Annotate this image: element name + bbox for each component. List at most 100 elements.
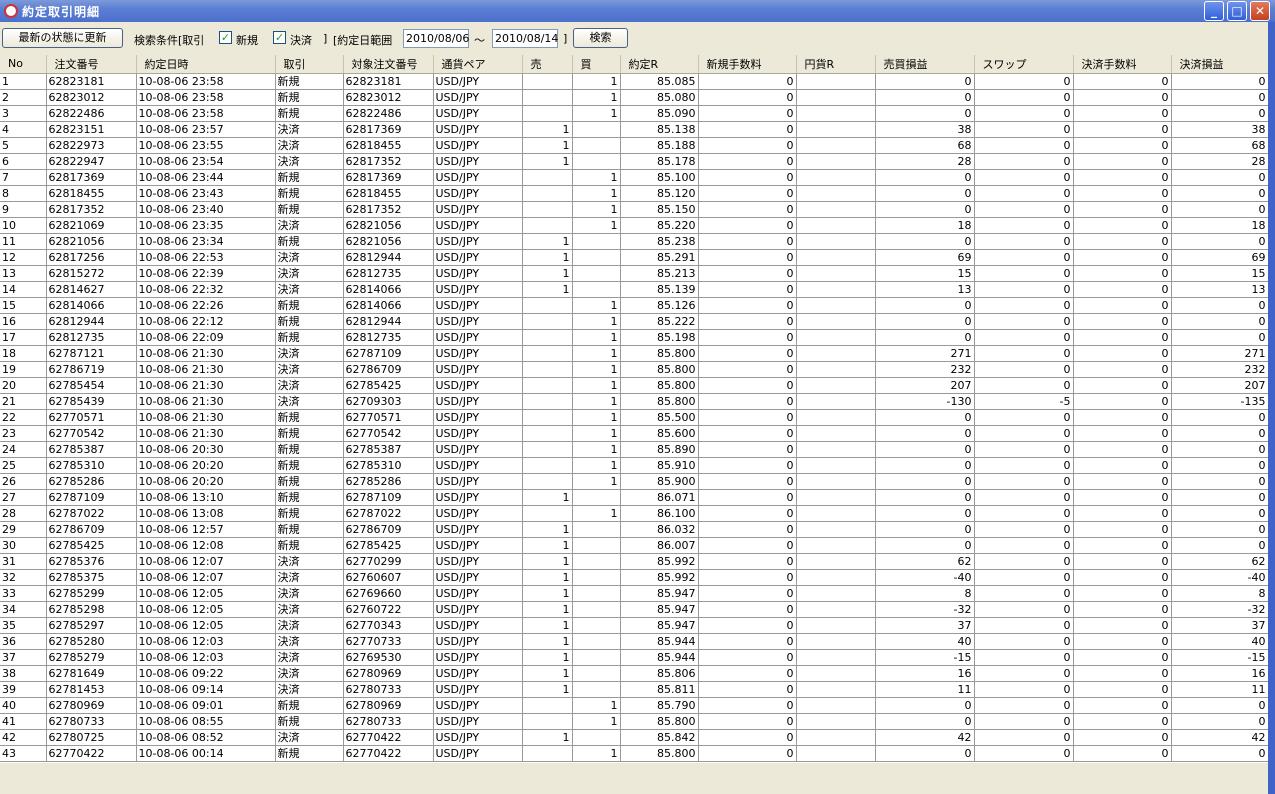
refresh-button[interactable]: 最新の状態に更新 — [2, 28, 123, 48]
table-row[interactable]: 22 62770571 10-08-06 21:30 新規 62770571 USD/JP… — [0, 409, 1268, 426]
column-header-new-fee[interactable]: 新規手数料 — [698, 55, 797, 74]
table-row[interactable]: 8 62818455 10-08-06 23:43 新規 62818455 USD/JPY… — [0, 185, 1268, 202]
cell-settle-pnl: 69 — [1171, 249, 1268, 266]
table-row[interactable]: 1 62823181 10-08-06 23:58 新規 62823181 USD/JPY… — [0, 73, 1268, 90]
cell-jpy-rate — [796, 729, 876, 746]
settle-checkbox[interactable]: ✓ — [273, 31, 286, 44]
cell-settle-fee: 0 — [1073, 713, 1172, 730]
table-row[interactable]: 33 62785299 10-08-06 12:05 決済 62769660 USD/JP… — [0, 585, 1268, 602]
table-row[interactable]: 41 62780733 10-08-06 08:55 新規 62780733 USD/JP… — [0, 713, 1268, 730]
cell-currency-pair: USD/JPY — [433, 345, 523, 362]
table-row[interactable]: 20 62785454 10-08-06 21:30 決済 62785425 USD/JP… — [0, 377, 1268, 394]
table-row[interactable]: 9 62817352 10-08-06 23:40 新規 62817352 USD/JPY… — [0, 201, 1268, 218]
cell-buy: 1 — [572, 473, 621, 490]
table-row[interactable]: 21 62785439 10-08-06 21:30 決済 62709303 USD/JP… — [0, 393, 1268, 410]
table-row[interactable]: 5 62822973 10-08-06 23:55 決済 62818455 USD/JPY… — [0, 137, 1268, 154]
cell-order-number: 62785310 — [46, 457, 137, 474]
cell-currency-pair: USD/JPY — [433, 393, 523, 410]
table-row[interactable]: 43 62770422 10-08-06 00:14 新規 62770422 USD/JP… — [0, 745, 1268, 762]
table-row[interactable]: 28 62787022 10-08-06 13:08 新規 62787022 USD/JP… — [0, 505, 1268, 522]
column-header-buy[interactable]: 買 — [572, 55, 621, 74]
table-row[interactable]: 36 62785280 10-08-06 12:03 決済 62770733 USD/JP… — [0, 633, 1268, 650]
column-header-order-number[interactable]: 注文番号 — [46, 55, 137, 74]
column-header-sell[interactable]: 売 — [522, 55, 573, 74]
cell-order-number: 62785279 — [46, 649, 137, 666]
cell-new-fee: 0 — [698, 585, 797, 602]
maximize-button[interactable]: □ — [1227, 1, 1247, 21]
cell-swap: 0 — [974, 633, 1074, 650]
column-header-no[interactable]: No — [0, 55, 47, 74]
table-row[interactable]: 37 62785279 10-08-06 12:03 決済 62769530 USD/JP… — [0, 649, 1268, 666]
column-header-jpy-rate[interactable]: 円貨R — [796, 55, 876, 74]
table-row[interactable]: 27 62787109 10-08-06 13:10 新規 62787109 USD/JP… — [0, 489, 1268, 506]
column-header-trade-pnl[interactable]: 売買損益 — [875, 55, 975, 74]
table-row[interactable]: 13 62815272 10-08-06 22:39 決済 62812735 USD/JP… — [0, 265, 1268, 282]
column-header-trade-type[interactable]: 取引 — [275, 55, 344, 74]
column-header-trade-datetime[interactable]: 約定日時 — [136, 55, 276, 74]
cell-buy: 1 — [572, 377, 621, 394]
cell-buy — [572, 665, 621, 682]
table-row[interactable]: 39 62781453 10-08-06 09:14 決済 62780733 USD/JP… — [0, 681, 1268, 698]
table-row[interactable]: 16 62812944 10-08-06 22:12 新規 62812944 USD/JP… — [0, 313, 1268, 330]
date-to-input[interactable]: 2010/08/14 — [492, 29, 558, 48]
table-row[interactable]: 2 62823012 10-08-06 23:58 新規 62823012 USD/JPY… — [0, 89, 1268, 106]
cell-jpy-rate — [796, 249, 876, 266]
cell-rate: 85.992 — [620, 553, 699, 570]
table-row[interactable]: 29 62786709 10-08-06 12:57 新規 62786709 USD/JP… — [0, 521, 1268, 538]
table-row[interactable]: 40 62780969 10-08-06 09:01 新規 62780969 USD/JP… — [0, 697, 1268, 714]
cell-no: 32 — [0, 569, 47, 586]
table-row[interactable]: 17 62812735 10-08-06 22:09 新規 62812735 USD/JP… — [0, 329, 1268, 346]
cell-sell — [522, 393, 573, 410]
table-row[interactable]: 35 62785297 10-08-06 12:05 決済 62770343 USD/JP… — [0, 617, 1268, 634]
new-checkbox[interactable]: ✓ — [219, 31, 232, 44]
cell-new-fee: 0 — [698, 601, 797, 618]
column-header-rate[interactable]: 約定R — [620, 55, 699, 74]
cell-swap: 0 — [974, 665, 1074, 682]
cell-buy — [572, 233, 621, 250]
date-from-input[interactable]: 2010/08/06 — [403, 29, 469, 48]
cell-target-order: 62785387 — [343, 441, 434, 458]
table-row[interactable]: 3 62822486 10-08-06 23:58 新規 62822486 USD/JPY… — [0, 105, 1268, 122]
cell-settle-fee: 0 — [1073, 633, 1172, 650]
cell-new-fee: 0 — [698, 313, 797, 330]
table-row[interactable]: 10 62821069 10-08-06 23:35 決済 62821056 USD/JP… — [0, 217, 1268, 234]
column-header-settle-fee[interactable]: 決済手数料 — [1073, 55, 1172, 74]
table-row[interactable]: 30 62785425 10-08-06 12:08 新規 62785425 USD/JP… — [0, 537, 1268, 554]
cell-trade-datetime: 10-08-06 23:58 — [136, 89, 276, 106]
table-row[interactable]: 23 62770542 10-08-06 21:30 新規 62770542 USD/JP… — [0, 425, 1268, 442]
cell-currency-pair: USD/JPY — [433, 281, 523, 298]
cell-swap: 0 — [974, 441, 1074, 458]
cell-settle-pnl: 0 — [1171, 105, 1268, 122]
column-header-target-order[interactable]: 対象注文番号 — [343, 55, 434, 74]
table-row[interactable]: 6 62822947 10-08-06 23:54 決済 62817352 USD/JPY… — [0, 153, 1268, 170]
table-row[interactable]: 26 62785286 10-08-06 20:20 新規 62785286 USD/JP… — [0, 473, 1268, 490]
title-bar[interactable]: 約定取引明細 _ □ ✕ — [0, 0, 1275, 22]
column-header-swap[interactable]: スワップ — [974, 55, 1074, 74]
table-row[interactable]: 34 62785298 10-08-06 12:05 決済 62760722 USD/JP… — [0, 601, 1268, 618]
table-row[interactable]: 11 62821056 10-08-06 23:34 新規 62821056 USD/JP… — [0, 233, 1268, 250]
table-row[interactable]: 32 62785375 10-08-06 12:07 決済 62760607 USD/JP… — [0, 569, 1268, 586]
cell-order-number: 62780733 — [46, 713, 137, 730]
table-row[interactable]: 4 62823151 10-08-06 23:57 決済 62817369 USD/JPY… — [0, 121, 1268, 138]
table-row[interactable]: 25 62785310 10-08-06 20:20 新規 62785310 USD/JP… — [0, 457, 1268, 474]
table-row[interactable]: 24 62785387 10-08-06 20:30 新規 62785387 USD/JP… — [0, 441, 1268, 458]
table-row[interactable]: 38 62781649 10-08-06 09:22 決済 62780969 USD/JP… — [0, 665, 1268, 682]
table-row[interactable]: 7 62817369 10-08-06 23:44 新規 62817369 USD/JPY… — [0, 169, 1268, 186]
cell-currency-pair: USD/JPY — [433, 617, 523, 634]
cell-trade-datetime: 10-08-06 12:05 — [136, 617, 276, 634]
column-header-currency-pair[interactable]: 通貨ペア — [433, 55, 523, 74]
table-row[interactable]: 15 62814066 10-08-06 22:26 新規 62814066 USD/JP… — [0, 297, 1268, 314]
table-row[interactable]: 19 62786719 10-08-06 21:30 決済 62786709 USD/JP… — [0, 361, 1268, 378]
table-row[interactable]: 12 62817256 10-08-06 22:53 決済 62812944 USD/JP… — [0, 249, 1268, 266]
table-row[interactable]: 31 62785376 10-08-06 12:07 決済 62770299 USD/JP… — [0, 553, 1268, 570]
cell-no: 2 — [0, 89, 47, 106]
cell-jpy-rate — [796, 649, 876, 666]
search-button[interactable]: 検索 — [573, 28, 628, 48]
close-button[interactable]: ✕ — [1250, 1, 1270, 21]
cell-no: 23 — [0, 425, 47, 442]
table-row[interactable]: 18 62787121 10-08-06 21:30 決済 62787109 USD/JP… — [0, 345, 1268, 362]
table-row[interactable]: 14 62814627 10-08-06 22:32 決済 62814066 USD/JP… — [0, 281, 1268, 298]
table-row[interactable]: 42 62780725 10-08-06 08:52 決済 62770422 USD/JP… — [0, 729, 1268, 746]
column-header-settle-pnl[interactable]: 決済損益 — [1171, 55, 1268, 74]
minimize-button[interactable]: _ — [1204, 1, 1224, 21]
